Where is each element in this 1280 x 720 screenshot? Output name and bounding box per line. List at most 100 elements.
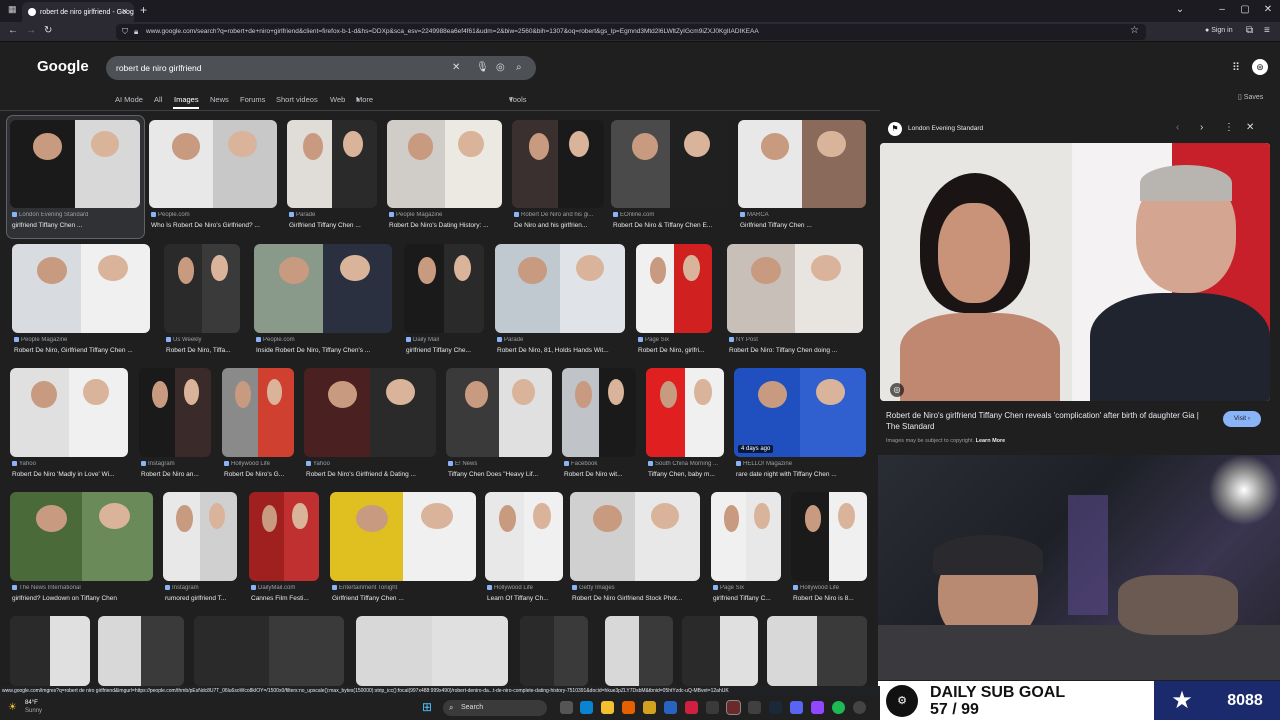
result-thumbnail[interactable]	[562, 368, 636, 457]
result-caption[interactable]: Robert De Niro is 8...	[793, 595, 869, 602]
store-icon[interactable]	[664, 701, 677, 714]
result-thumbnail[interactable]	[164, 244, 240, 333]
image-result[interactable]: Hollywood Life Robert De Niro is 8...	[791, 492, 867, 611]
previous-icon[interactable]: ‹	[1176, 122, 1179, 133]
result-caption[interactable]: Robert De Niro's Dating History: ...	[389, 222, 504, 229]
image-result[interactable]: Hollywood Life Robert De Niro's G...	[222, 368, 294, 487]
search-icon[interactable]: ⌕	[516, 62, 522, 73]
browser-tab[interactable]: robert de niro girlfriend - Goog ✕	[22, 2, 134, 22]
result-thumbnail[interactable]	[791, 492, 867, 581]
result-thumbnail[interactable]	[727, 244, 863, 333]
result-caption[interactable]: Who Is Robert De Niro's Girlfriend? ...	[151, 222, 279, 229]
voice-search-icon[interactable]: 🎙︎	[476, 62, 489, 73]
result-thumbnail[interactable]	[163, 492, 237, 581]
result-thumbnail[interactable]	[10, 120, 140, 208]
image-result[interactable]: EOnline.com Robert De Niro & Tiffany Chen…	[611, 120, 729, 238]
result-caption[interactable]: Robert De Niro's Girlfriend & Dating ...	[306, 471, 438, 478]
partial-image-result[interactable]	[520, 616, 588, 686]
result-caption[interactable]: Robert De Niro, girlfri...	[638, 347, 714, 354]
partial-image-result[interactable]	[10, 616, 90, 686]
result-thumbnail[interactable]	[330, 492, 476, 581]
avatar[interactable]: ⊛	[1252, 59, 1268, 75]
edge-icon[interactable]	[580, 701, 593, 714]
partial-image-result[interactable]	[98, 616, 184, 686]
image-result[interactable]: Us Weekly Robert De Niro, Tiffa...	[164, 244, 240, 363]
result-thumbnail[interactable]	[495, 244, 625, 333]
next-icon[interactable]: ›	[1200, 122, 1203, 133]
result-caption[interactable]: Girlfriend Tiffany Chen ...	[289, 222, 379, 229]
result-thumbnail[interactable]	[404, 244, 484, 333]
result-thumbnail[interactable]	[570, 492, 700, 581]
task-view-icon[interactable]	[560, 701, 573, 714]
windows-start-icon[interactable]: ⊞	[422, 700, 432, 714]
twitch-icon[interactable]	[811, 701, 824, 714]
app-icon-2[interactable]	[726, 700, 741, 715]
image-result[interactable]: Page Six girlfriend Tiffany C...	[711, 492, 781, 611]
result-caption[interactable]: Robert De Niro Girlfriend Stock Phot...	[572, 595, 702, 602]
visit-button[interactable]: Visit ›	[1223, 411, 1261, 427]
tab-short-videos[interactable]: Short videos	[276, 95, 318, 104]
spotify-icon[interactable]	[832, 701, 845, 714]
google-logo[interactable]: Google	[37, 58, 89, 75]
new-tab-icon[interactable]: +	[140, 3, 147, 17]
result-caption[interactable]: girlfriend Tiffany C...	[713, 595, 783, 602]
close-window-icon[interactable]: ✕	[1256, 4, 1280, 15]
result-thumbnail[interactable]	[485, 492, 563, 581]
forward-icon[interactable]: →	[26, 25, 36, 36]
saves-button[interactable]: ▯ Saves	[1238, 93, 1263, 101]
tab-more[interactable]: More ▾	[356, 95, 373, 104]
preview-source[interactable]: London Evening Standard	[908, 125, 983, 132]
result-thumbnail[interactable]	[738, 120, 866, 208]
result-caption[interactable]: Robert De Niro, Tiffa...	[166, 347, 242, 354]
reload-icon[interactable]: ↻	[44, 25, 52, 36]
apps-grid-icon[interactable]: ⠿	[1232, 61, 1240, 74]
result-caption[interactable]: rumored girlfriend T...	[165, 595, 239, 602]
minimize-icon[interactable]: –	[1210, 4, 1234, 15]
result-caption[interactable]: Girlfriend Tiffany Chen ...	[740, 222, 868, 229]
folder-icon[interactable]	[643, 701, 656, 714]
image-result[interactable]: People.com Who Is Robert De Niro's Girlfr…	[149, 120, 277, 238]
tab-forums[interactable]: Forums	[240, 95, 265, 104]
partial-image-result[interactable]	[194, 616, 344, 686]
result-caption[interactable]: Robert De Niro an...	[141, 471, 213, 478]
app-icon-1[interactable]	[706, 701, 719, 714]
result-caption[interactable]: Learn Of Tiffany Ch...	[487, 595, 565, 602]
result-thumbnail[interactable]	[139, 368, 211, 457]
image-result[interactable]: Entertainment Tonight Girlfriend Tiffany …	[330, 492, 476, 611]
image-result[interactable]: Yahoo Robert De Niro's Girlfriend & Datin…	[304, 368, 436, 487]
result-thumbnail[interactable]	[12, 244, 150, 333]
steam-icon[interactable]	[769, 701, 782, 714]
image-result[interactable]: Yahoo Robert De Niro 'Madly in Love' Wi..…	[10, 368, 128, 487]
account-button[interactable]: ● Sign in	[1205, 27, 1233, 34]
result-caption[interactable]: girlfriend? Lowdown on Tiffany Chen	[12, 595, 155, 602]
weather-widget[interactable]: 84°F Sunny	[25, 699, 42, 715]
bookmark-star-icon[interactable]: ☆	[1130, 25, 1139, 36]
image-result[interactable]: Facebook Robert De Niro wit...	[562, 368, 636, 487]
result-caption[interactable]: Robert De Niro's G...	[224, 471, 296, 478]
more-options-icon[interactable]: ⋮	[1224, 122, 1234, 133]
tab-ai-mode[interactable]: AI Mode	[115, 95, 143, 104]
image-result[interactable]: Page Six Robert De Niro, girlfri...	[636, 244, 712, 363]
lens-search-icon[interactable]: ◎	[496, 62, 505, 73]
back-icon[interactable]: ←	[8, 25, 18, 36]
image-result[interactable]: Getty Images Robert De Niro Girlfriend St…	[570, 492, 700, 611]
result-caption[interactable]: Robert De Niro & Tiffany Chen E...	[613, 222, 731, 229]
result-caption[interactable]: De Niro and his girlfrien...	[514, 222, 606, 229]
image-result[interactable]: Parade Robert De Niro, 81, Holds Hands Wi…	[495, 244, 625, 363]
taskbar-search[interactable]: ⌕ Search	[443, 700, 547, 716]
result-thumbnail[interactable]	[222, 368, 294, 457]
image-result[interactable]: People Magazine Robert De Niro, Girlfrien…	[12, 244, 150, 363]
result-thumbnail[interactable]	[611, 120, 729, 208]
tab-web[interactable]: Web	[330, 95, 345, 104]
image-result[interactable]: E! News Tiffany Chen Does "Heavy Lif...	[446, 368, 552, 487]
learn-more-link[interactable]: Learn More	[976, 438, 1006, 444]
obs-icon[interactable]	[853, 701, 866, 714]
result-thumbnail[interactable]	[711, 492, 781, 581]
result-caption[interactable]: girlfriend Tiffany Che...	[406, 347, 486, 354]
tab-all[interactable]: All	[154, 95, 162, 104]
image-result[interactable]: Robert De Niro and his gi... De Niro and …	[512, 120, 604, 238]
image-result[interactable]: Instagram rumored girlfriend T...	[163, 492, 237, 611]
result-thumbnail[interactable]	[646, 368, 724, 457]
result-caption[interactable]: Robert De Niro: Tiffany Chen doing ...	[729, 347, 865, 354]
result-caption[interactable]: girlfriend Tiffany Chen ...	[12, 222, 142, 229]
